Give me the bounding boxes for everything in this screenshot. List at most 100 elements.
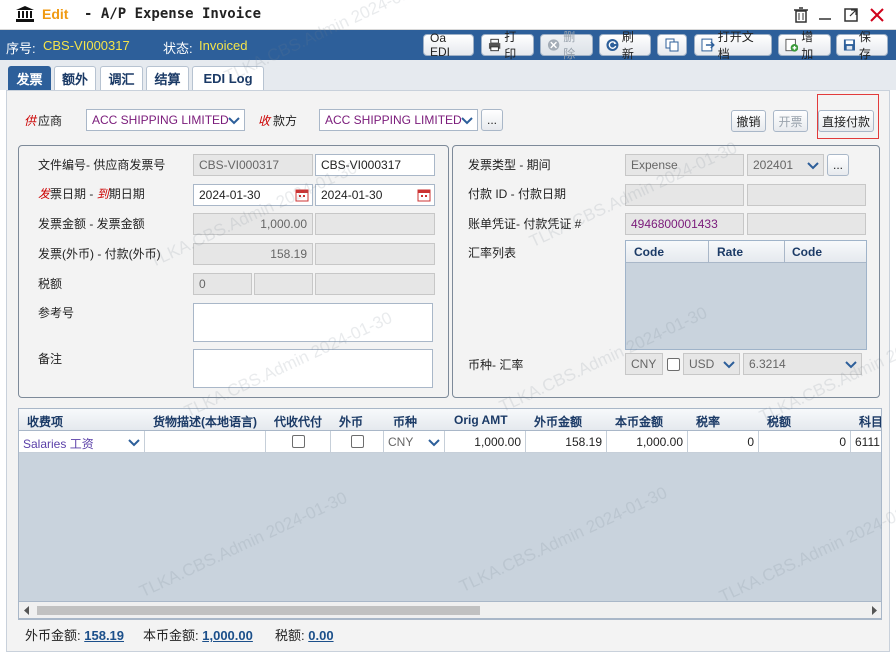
cell-orig-amt[interactable]: 1,000.00 xyxy=(445,431,526,453)
delete-label: 删除 xyxy=(563,30,576,61)
tab-settlement[interactable]: 结算 xyxy=(146,66,189,90)
title-bar: Edit - A/P Expense Invoice xyxy=(0,0,896,30)
payee-value: ACC SHIPPING LIMITED xyxy=(325,113,462,127)
date-label: 发票日期 - 到期日期 xyxy=(38,187,145,201)
oa-edi-button[interactable]: Oa EDI xyxy=(423,31,474,59)
rate-list-label: 汇率列表 xyxy=(468,246,517,260)
payee-label-mark: 收 xyxy=(258,114,271,128)
cell-tax-rate[interactable]: 0 xyxy=(688,431,759,453)
period-value: 202401 xyxy=(753,158,794,172)
cell-fx-amt[interactable]: 158.19 xyxy=(526,431,607,453)
charges-grid[interactable]: 收费项 货物描述(本地语言) 代收代付 外币 币种 Orig AMT 外币金额 … xyxy=(18,408,882,620)
status-label: 状态: xyxy=(163,41,193,56)
footer-tax-total: 税额: 0.00 xyxy=(275,625,334,644)
supplier-label-mark: 供 xyxy=(24,114,37,128)
doc-no-label: 文件编号- 供应商发票号 xyxy=(38,158,166,172)
save-label: 保存 xyxy=(858,30,871,61)
cell-account[interactable]: 6111 xyxy=(851,431,881,453)
collect-pay-checkbox[interactable] xyxy=(292,435,305,448)
open-document-icon xyxy=(701,38,715,52)
tab-strip: 发票 额外 调汇 结算 EDI Log xyxy=(0,60,896,90)
window-mode-label: Edit xyxy=(42,6,69,22)
tax-label: 税额 xyxy=(38,277,63,291)
note-field[interactable] xyxy=(193,349,433,388)
fx-rate-select[interactable]: 6.3214 xyxy=(743,353,862,375)
col-charge: 收费项 xyxy=(27,415,64,429)
tab-invoice[interactable]: 发票 xyxy=(8,66,51,90)
add-label: 增加 xyxy=(801,30,814,61)
reference-field[interactable] xyxy=(193,303,433,342)
cell-fx[interactable] xyxy=(331,431,384,453)
serial-label: 序号: xyxy=(6,41,36,56)
rate-list-table[interactable]: Code Rate Code xyxy=(625,240,867,350)
tax-field: 0 xyxy=(193,273,252,295)
save-button[interactable]: 保存 xyxy=(836,30,888,61)
open-invoice-button[interactable]: 开票 xyxy=(773,110,808,132)
direct-pay-button[interactable]: 直接付款 xyxy=(818,110,874,132)
footer-fx-value[interactable]: 158.19 xyxy=(84,628,124,643)
invoice-date-field[interactable]: 2024-01-30 xyxy=(193,184,313,206)
calendar-icon[interactable] xyxy=(295,188,309,202)
tab-exchange-adjust[interactable]: 调汇 xyxy=(100,66,143,90)
chevron-down-icon xyxy=(128,439,140,447)
copy-button[interactable] xyxy=(657,34,687,56)
cell-currency-value: CNY xyxy=(388,435,414,449)
oa-edi-label: Oa EDI xyxy=(430,31,451,59)
refresh-icon xyxy=(606,39,619,51)
payee-select[interactable]: ACC SHIPPING LIMITED xyxy=(319,109,478,131)
col-fx-amt: 外币金额 xyxy=(534,415,583,429)
tab-extra[interactable]: 额外 xyxy=(54,66,96,90)
col-local-amt: 本币金额 xyxy=(615,415,664,429)
tab-edi-log[interactable]: EDI Log xyxy=(192,66,264,90)
cell-description[interactable] xyxy=(145,431,266,453)
add-button[interactable]: 增加 xyxy=(778,30,831,61)
grid-horizontal-scrollbar[interactable] xyxy=(18,601,882,619)
delete-button[interactable]: 删除 xyxy=(540,30,593,61)
invoice-type-label: 发票类型 - 期间 xyxy=(468,158,551,172)
scroll-right-icon[interactable] xyxy=(870,606,878,615)
maximize-icon[interactable] xyxy=(842,6,860,24)
supplier-label: 应商 xyxy=(38,114,63,128)
chevron-down-icon xyxy=(461,117,473,125)
fx-row-checkbox[interactable] xyxy=(351,435,364,448)
cancel-button[interactable]: 撤销 xyxy=(731,110,766,132)
cell-collect-pay[interactable] xyxy=(266,431,331,453)
footer-local-label: 本币金额: xyxy=(143,628,199,643)
fx-paid-field xyxy=(315,243,435,265)
cell-currency[interactable]: CNY xyxy=(384,431,445,453)
footer-local-value[interactable]: 1,000.00 xyxy=(202,628,253,643)
fx-checkbox[interactable] xyxy=(667,358,680,371)
open-document-button[interactable]: 打开文档 xyxy=(694,30,772,61)
bank-icon xyxy=(16,6,34,22)
supplier-value: ACC SHIPPING LIMITED xyxy=(92,113,229,127)
cell-local-amt[interactable]: 1,000.00 xyxy=(607,431,688,453)
grid-header: 收费项 货物描述(本地语言) 代收代付 外币 币种 Orig AMT 外币金额 … xyxy=(19,409,881,431)
scrollbar-thumb[interactable] xyxy=(37,606,480,615)
col-currency: 币种 xyxy=(393,415,418,429)
invoice-type-field: Expense xyxy=(625,154,744,176)
calendar-icon[interactable] xyxy=(417,188,431,202)
footer-tax-value[interactable]: 0.00 xyxy=(308,628,333,643)
supplier-select[interactable]: ACC SHIPPING LIMITED xyxy=(86,109,245,131)
cell-tax[interactable]: 0 xyxy=(759,431,851,453)
rate-col-code: Code xyxy=(634,245,664,259)
refresh-label: 刷新 xyxy=(621,30,634,61)
trash-icon[interactable] xyxy=(792,6,810,24)
chevron-down-icon xyxy=(228,117,240,125)
supplier-invoice-no-field[interactable]: CBS-VI000317 xyxy=(315,154,435,176)
payee-more-button[interactable]: ... xyxy=(481,109,503,131)
close-icon[interactable] xyxy=(868,6,886,24)
print-button[interactable]: 打印 xyxy=(481,30,534,61)
fx-currency-select[interactable]: USD xyxy=(683,353,740,375)
due-date-field[interactable]: 2024-01-30 xyxy=(315,184,435,206)
footer-tax-label: 税额: xyxy=(275,628,305,643)
minimize-icon[interactable] xyxy=(816,6,834,24)
col-tax-rate: 税率 xyxy=(696,415,721,429)
refresh-button[interactable]: 刷新 xyxy=(599,30,651,61)
period-more-button[interactable]: ... xyxy=(827,154,849,176)
table-row[interactable]: Salaries 工资 CNY 1,000.00 158.19 1,000.00… xyxy=(19,431,881,453)
col-collect-pay: 代收代付 xyxy=(274,415,323,429)
cell-charge[interactable]: Salaries 工资 xyxy=(19,431,145,453)
period-select[interactable]: 202401 xyxy=(747,154,824,176)
scroll-left-icon[interactable] xyxy=(23,606,31,615)
